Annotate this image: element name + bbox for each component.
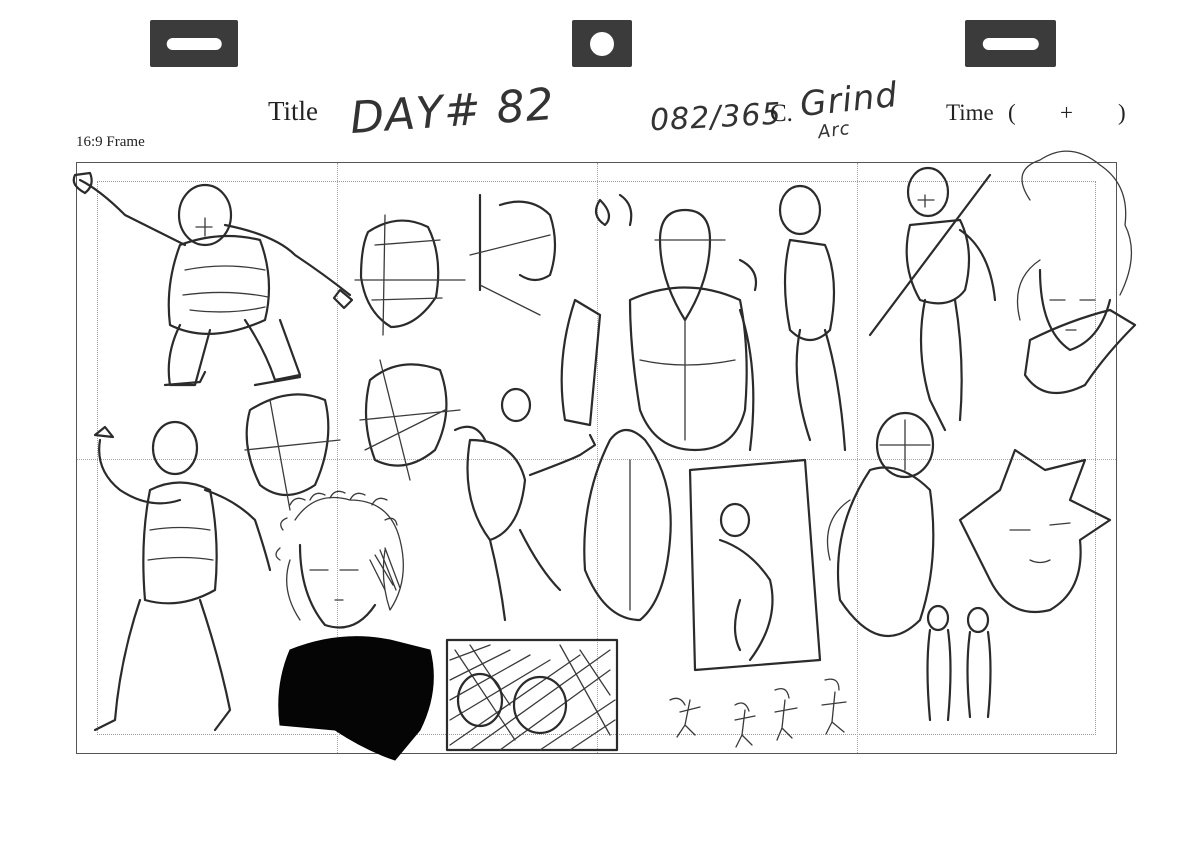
guide-line (77, 459, 1116, 460)
cut-label: C. (770, 100, 793, 127)
time-close-paren: ) (1118, 100, 1126, 125)
day-count: 082/365 (649, 96, 783, 139)
peg-hole-center (572, 20, 632, 67)
peg-hole-right (965, 20, 1056, 67)
cut-value-sub: Arc (816, 117, 852, 144)
frame-label: 16:9 Frame (76, 134, 145, 150)
title-label: Title (268, 96, 319, 126)
title-value: DAY# 82 (348, 78, 557, 145)
guide-line (337, 163, 338, 753)
peg-hole-left (150, 20, 238, 67)
time-open-paren: ( (1008, 100, 1016, 125)
guide-line (597, 163, 598, 753)
drawing-frame (76, 162, 1117, 754)
time-plus: + (1060, 100, 1073, 125)
guide-line (857, 163, 858, 753)
time-label: Time (946, 100, 994, 125)
